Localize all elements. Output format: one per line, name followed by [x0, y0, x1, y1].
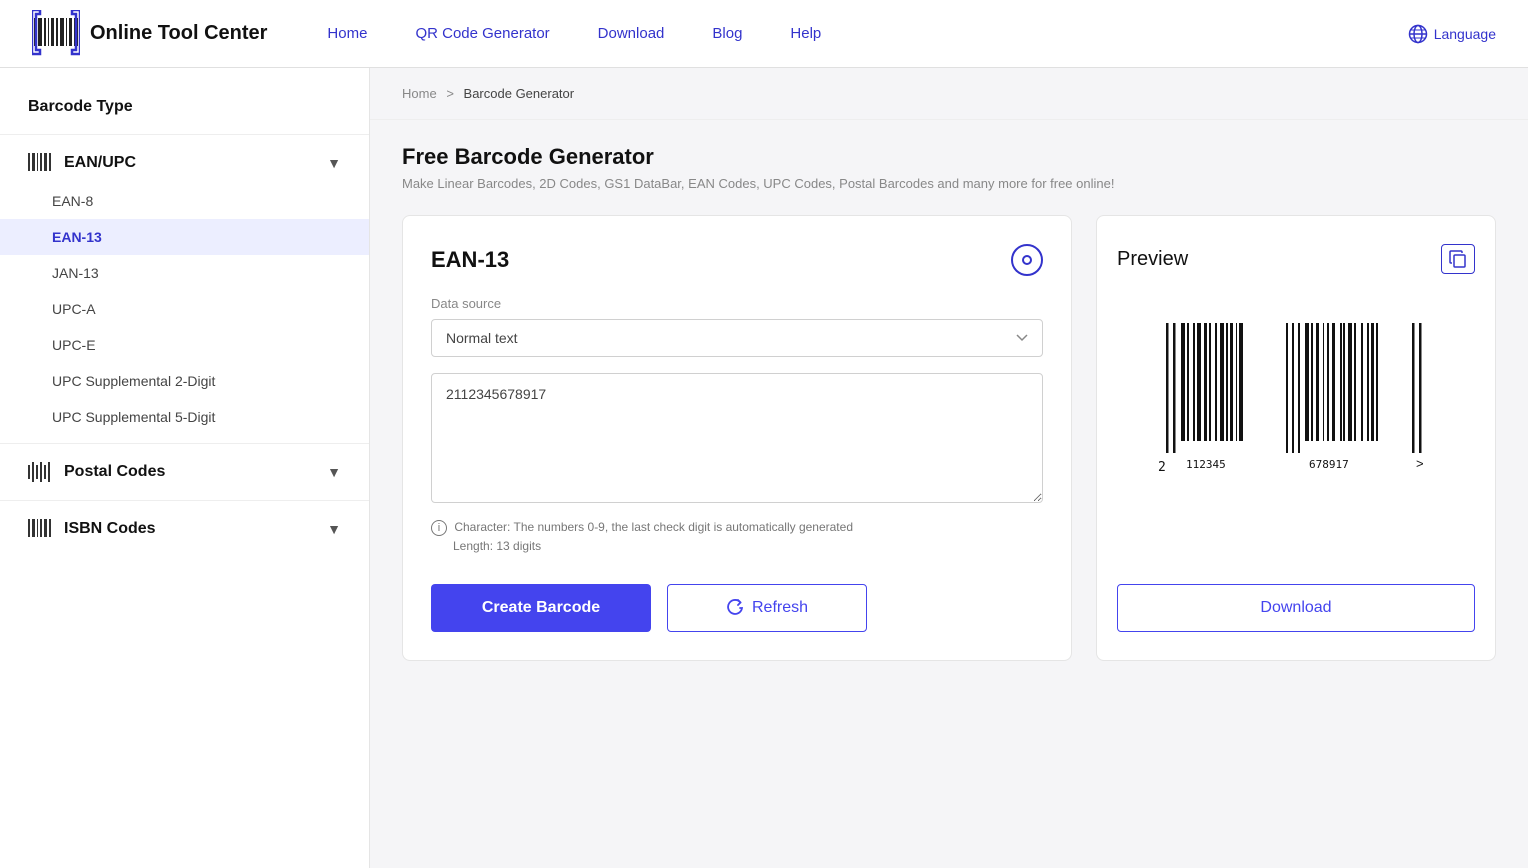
sidebar-section-postal[interactable]: Postal Codes ▼: [0, 452, 369, 492]
preview-panel: Preview: [1096, 215, 1496, 661]
data-source-select[interactable]: Normal text CSV Database: [431, 319, 1043, 357]
hint-length: Length: 13 digits: [453, 539, 541, 553]
sidebar-item-upc-sup5[interactable]: UPC Supplemental 5-Digit: [0, 399, 369, 435]
download-button[interactable]: Download: [1117, 584, 1475, 632]
svg-text:678917: 678917: [1309, 458, 1349, 471]
language-label: Language: [1434, 26, 1496, 42]
sidebar: Barcode Type EAN/UPC ▼ EAN-8 EAN-13 JAN-…: [0, 68, 370, 868]
create-barcode-button[interactable]: Create Barcode: [431, 584, 651, 632]
button-row: Create Barcode Refresh: [431, 584, 1043, 632]
nav-help[interactable]: Help: [790, 25, 821, 42]
sidebar-title-text: Barcode Type: [28, 98, 133, 116]
isbn-label: ISBN Codes: [64, 520, 156, 538]
postal-barcode-icon: [28, 462, 52, 482]
logo-icon: [32, 10, 80, 58]
sidebar-divider-top: [0, 134, 369, 135]
svg-text:112345: 112345: [1186, 458, 1226, 471]
generator-header: EAN-13: [431, 244, 1043, 276]
data-source-label: Data source: [431, 296, 1043, 311]
logo-area: Online Tool Center: [32, 10, 267, 58]
header: Online Tool Center Home QR Code Generato…: [0, 0, 1528, 68]
barcode-sidebar-icon: [28, 153, 52, 173]
main-nav: Home QR Code Generator Download Blog Hel…: [327, 25, 1407, 42]
sidebar-item-upce[interactable]: UPC-E: [0, 327, 369, 363]
generator-layout: EAN-13 Data source Normal text CSV Datab…: [402, 215, 1496, 661]
nav-home[interactable]: Home: [327, 25, 367, 42]
nav-blog[interactable]: Blog: [712, 25, 742, 42]
isbn-chevron: ▼: [327, 521, 341, 537]
ean-upc-items: EAN-8 EAN-13 JAN-13 UPC-A UPC-E UPC Supp…: [0, 183, 369, 435]
sidebar-divider-3: [0, 500, 369, 501]
copy-icon: [1448, 249, 1468, 269]
barcode-preview-image: 2 112345 678917 >: [1156, 318, 1436, 478]
svg-text:>: >: [1416, 456, 1424, 471]
sidebar-item-upca[interactable]: UPC-A: [0, 291, 369, 327]
preview-header: Preview: [1117, 244, 1475, 274]
sidebar-item-upc-sup2[interactable]: UPC Supplemental 2-Digit: [0, 363, 369, 399]
sidebar-section-ean-upc[interactable]: EAN/UPC ▼: [0, 143, 369, 183]
breadcrumb-current: Barcode Generator: [464, 86, 575, 101]
isbn-barcode-icon: [28, 519, 52, 539]
main-content: Home > Barcode Generator Free Barcode Ge…: [370, 68, 1528, 868]
preview-title: Preview: [1117, 248, 1188, 271]
refresh-button[interactable]: Refresh: [667, 584, 867, 632]
main-layout: Barcode Type EAN/UPC ▼ EAN-8 EAN-13 JAN-…: [0, 68, 1528, 868]
copy-icon-button[interactable]: [1441, 244, 1475, 274]
sidebar-section-isbn[interactable]: ISBN Codes ▼: [0, 509, 369, 549]
hint-char: Character: The numbers 0-9, the last che…: [454, 520, 853, 534]
ean-upc-chevron: ▼: [327, 155, 341, 171]
radio-inner: [1022, 255, 1032, 265]
nav-qr-code-generator[interactable]: QR Code Generator: [415, 25, 549, 42]
page-subtitle: Make Linear Barcodes, 2D Codes, GS1 Data…: [402, 176, 1496, 191]
barcode-display: 2 112345 678917 >: [1117, 298, 1475, 568]
postal-label: Postal Codes: [64, 463, 165, 481]
breadcrumb: Home > Barcode Generator: [370, 68, 1528, 120]
refresh-label: Refresh: [752, 599, 808, 617]
breadcrumb-home[interactable]: Home: [402, 86, 437, 101]
breadcrumb-separator: >: [446, 86, 454, 101]
generator-title: EAN-13: [431, 247, 509, 273]
logo-text: Online Tool Center: [90, 22, 267, 45]
sidebar-item-jan13[interactable]: JAN-13: [0, 255, 369, 291]
hint-icon: i: [431, 520, 447, 536]
generator-panel: EAN-13 Data source Normal text CSV Datab…: [402, 215, 1072, 661]
postal-chevron: ▼: [327, 464, 341, 480]
sidebar-section-title: Barcode Type: [0, 88, 369, 126]
refresh-icon: [726, 599, 744, 617]
radio-icon: [1011, 244, 1043, 276]
globe-icon: [1408, 24, 1428, 44]
ean-upc-label: EAN/UPC: [64, 154, 136, 172]
content-area: Free Barcode Generator Make Linear Barco…: [370, 120, 1528, 685]
sidebar-item-ean13[interactable]: EAN-13: [0, 219, 369, 255]
hint-text: i Character: The numbers 0-9, the last c…: [431, 518, 1043, 556]
barcode-input[interactable]: 2112345678917: [431, 373, 1043, 503]
nav-download[interactable]: Download: [598, 25, 665, 42]
sidebar-divider-2: [0, 443, 369, 444]
page-title: Free Barcode Generator: [402, 144, 1496, 170]
sidebar-item-ean8[interactable]: EAN-8: [0, 183, 369, 219]
language-selector[interactable]: Language: [1408, 24, 1496, 44]
svg-text:2: 2: [1158, 460, 1166, 475]
